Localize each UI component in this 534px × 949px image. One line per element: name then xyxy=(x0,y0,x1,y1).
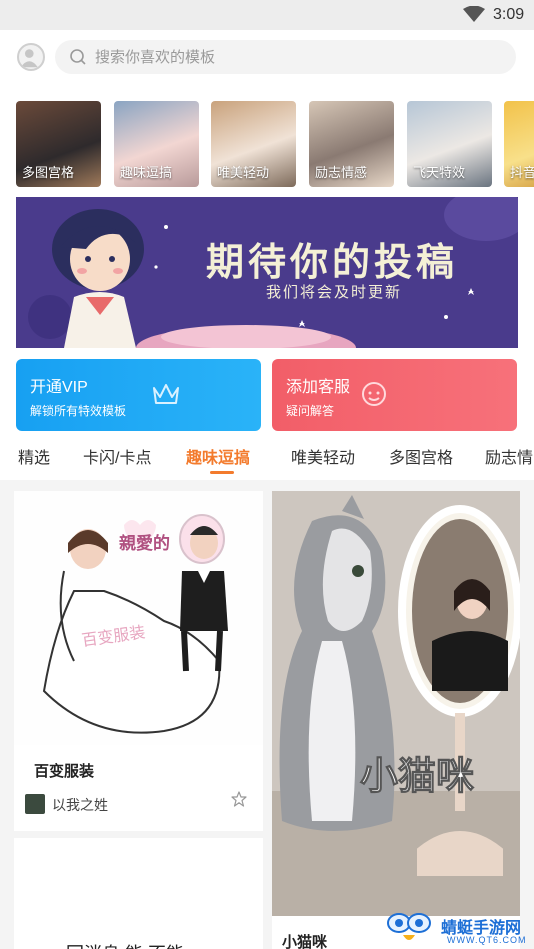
status-time: 3:09 xyxy=(493,6,525,23)
template-card[interactable]: 小猫咪 小猫咪 xyxy=(272,491,520,949)
template-title: 小猫咪 xyxy=(282,934,328,949)
category-label: 多图宫格 xyxy=(22,165,75,180)
category-tabs: 精选 卡闪/卡点 趣味逗搞 唯美轻动 多图宫格 励志情 xyxy=(0,440,534,480)
vip-promo-card[interactable]: 开通VIP 解锁所有特效模板 xyxy=(16,359,261,431)
avatar[interactable] xyxy=(17,43,45,71)
category-aesthetic[interactable]: 唯美轻动 xyxy=(211,101,296,187)
service-promo-subtitle: 疑问解答 xyxy=(286,404,335,418)
wifi-icon xyxy=(463,6,485,22)
wedding-illustration: 親愛的 百变服装 xyxy=(14,491,263,745)
category-douyin[interactable]: 抖音 xyxy=(504,101,534,187)
cat-mirror-photo: 小猫咪 xyxy=(272,491,520,916)
search-box[interactable] xyxy=(55,40,516,74)
category-strip: 多图宫格 趣味逗搞 唯美轻动 励志情感 飞天特效 抖音 xyxy=(0,101,534,187)
category-flying-fx[interactable]: 飞天特效 xyxy=(407,101,492,187)
art-text: 小猫咪 xyxy=(360,756,474,798)
crown-icon xyxy=(153,384,179,404)
category-label: 趣味逗搞 xyxy=(120,165,173,180)
status-bar: 3:09 xyxy=(0,0,534,30)
active-tab-indicator xyxy=(210,471,234,474)
search-icon xyxy=(70,49,86,65)
category-label: 唯美轻动 xyxy=(217,165,270,180)
author-avatar xyxy=(25,794,45,814)
search-row xyxy=(0,30,534,94)
category-funny[interactable]: 趣味逗搞 xyxy=(114,101,199,187)
category-label: 抖音 xyxy=(510,165,534,180)
vip-promo-title: 开通VIP xyxy=(30,379,88,396)
tab-funny[interactable]: 趣味逗搞 xyxy=(186,444,250,468)
category-multi-grid[interactable]: 多图宫格 xyxy=(16,101,101,187)
category-label: 励志情感 xyxy=(315,165,368,180)
template-card[interactable]: 親愛的 百变服装 百变服装 以我之姓 xyxy=(14,491,263,831)
banner-title: 期待你的投稿 xyxy=(206,242,459,284)
star-icon[interactable] xyxy=(231,791,247,807)
tab-aesthetic[interactable]: 唯美轻动 xyxy=(291,444,355,468)
tab-flash-beat[interactable]: 卡闪/卡点 xyxy=(83,444,151,468)
banner-subtitle: 我们将会及时更新 xyxy=(266,284,403,301)
template-title: 回消息 能 不能 xyxy=(66,940,184,949)
category-inspirational[interactable]: 励志情感 xyxy=(309,101,394,187)
submission-banner[interactable]: 期待你的投稿 我们将会及时更新 xyxy=(16,197,518,348)
template-thumbnail[interactable]: 小猫咪 xyxy=(272,491,520,916)
dragonfly-logo-icon xyxy=(387,913,431,940)
vip-promo-subtitle: 解锁所有特效模板 xyxy=(30,404,127,418)
site-watermark: 蜻蜓手游网 WWW.QT6.COM xyxy=(385,911,530,947)
author-name: 以我之姓 xyxy=(52,797,108,813)
template-thumbnail[interactable]: 親愛的 百变服装 xyxy=(14,491,263,745)
art-text-top: 親愛的 xyxy=(119,533,170,553)
search-input[interactable] xyxy=(95,40,495,74)
customer-service-card[interactable]: 添加客服 疑问解答 xyxy=(272,359,517,431)
tab-multi-grid[interactable]: 多图宫格 xyxy=(389,444,453,468)
tab-featured[interactable]: 精选 xyxy=(18,444,50,468)
user-icon xyxy=(20,49,38,68)
watermark-url: WWW.QT6.COM xyxy=(447,935,527,945)
tab-inspirational[interactable]: 励志情 xyxy=(485,444,533,468)
category-label: 飞天特效 xyxy=(413,165,466,180)
template-card[interactable]: 回消息 能 不能 xyxy=(14,838,263,949)
service-promo-title: 添加客服 xyxy=(286,379,351,396)
customer-service-icon xyxy=(362,382,386,406)
template-title: 百变服装 xyxy=(34,763,95,780)
